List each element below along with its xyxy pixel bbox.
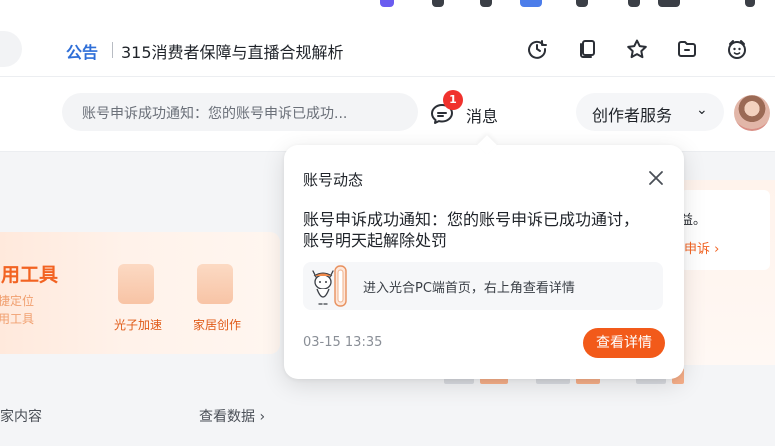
tool-illustration-icon (197, 264, 233, 304)
back-nav-pill[interactable] (0, 31, 22, 67)
notice-divider (112, 42, 113, 58)
notice-bar: 公告 315消费者保障与直播合规解析 (0, 18, 775, 77)
smiley-icon[interactable] (726, 38, 748, 60)
refresh-icon[interactable] (526, 38, 548, 60)
user-avatar[interactable] (734, 95, 770, 131)
creator-service-label: 创作者服务 (592, 106, 673, 125)
side-appeal-link[interactable]: 申诉 › (684, 238, 719, 257)
messages-button[interactable]: 1 消息 (430, 90, 510, 129)
popover-timestamp: 03-15 13:35 (303, 335, 383, 350)
browser-strip (0, 0, 775, 18)
copy-icon[interactable] (576, 38, 598, 60)
message-popover: 账号动态 账号申诉成功通知：您的账号申诉已成功通讨，账号明天起解除处罚 进入光合… (284, 135, 684, 379)
side-info-inner (680, 190, 770, 270)
popover-hint-text: 进入光合PC端首页，右上角查看详情 (363, 281, 575, 296)
section-label: 家内容 (0, 409, 42, 425)
folder-icon[interactable] (676, 38, 698, 60)
ticker-text: 账号申诉成功通知：您的账号申诉已成功... (82, 106, 348, 122)
messages-label: 消息 (466, 107, 499, 126)
browser-extension-icon[interactable] (745, 0, 755, 7)
creator-service-dropdown[interactable]: 创作者服务 ⌄ (576, 93, 724, 131)
notice-label: 公告 (66, 43, 99, 62)
browser-extension-icon[interactable] (432, 0, 444, 7)
tool-label: 光子加速 (113, 318, 162, 332)
page-header: 账号申诉成功通知：您的账号申诉已成功... 1 消息 创作者服务 ⌄ (0, 77, 775, 152)
star-icon[interactable] (626, 38, 648, 60)
view-details-button[interactable]: 查看详情 (583, 328, 665, 358)
browser-extension-icon[interactable] (628, 0, 640, 7)
tool-label: 家居创作 (192, 318, 241, 332)
tools-subtitle-line2: 常用工具 (0, 312, 35, 326)
common-tools-card: 常用工具 快捷定位 常用工具 光子加速 家居创作 (0, 232, 280, 354)
browser-extension-icon[interactable] (380, 0, 394, 7)
tool-photon-boost[interactable]: 光子加速 (106, 258, 170, 338)
notice-title[interactable]: 315消费者保障与直播合规解析 (121, 39, 344, 63)
popover-title: 账号动态 (303, 171, 364, 189)
popover-message: 账号申诉成功通知：您的账号申诉已成功通讨，账号明天起解除处罚 (303, 210, 640, 250)
tools-subtitle-line1: 快捷定位 (0, 294, 35, 308)
browser-extension-icon[interactable] (576, 0, 588, 7)
close-icon[interactable] (645, 167, 667, 189)
tools-title: 常用工具 (0, 264, 59, 286)
chevron-down-icon: ⌄ (696, 102, 708, 118)
tool-home-creation[interactable]: 家居创作 (185, 258, 249, 338)
browser-extension-icon[interactable] (520, 0, 542, 7)
notification-ticker[interactable]: 账号申诉成功通知：您的账号申诉已成功... (62, 93, 418, 131)
mascot-illustration-icon (305, 262, 353, 310)
view-data-link[interactable]: 查看数据 › (199, 406, 265, 426)
popover-hint: 进入光合PC端首页，右上角查看详情 (303, 262, 663, 310)
browser-extension-icon[interactable] (480, 0, 492, 7)
tool-illustration-icon (118, 264, 154, 304)
browser-extension-icon[interactable] (658, 0, 680, 7)
unread-badge: 1 (443, 90, 463, 110)
